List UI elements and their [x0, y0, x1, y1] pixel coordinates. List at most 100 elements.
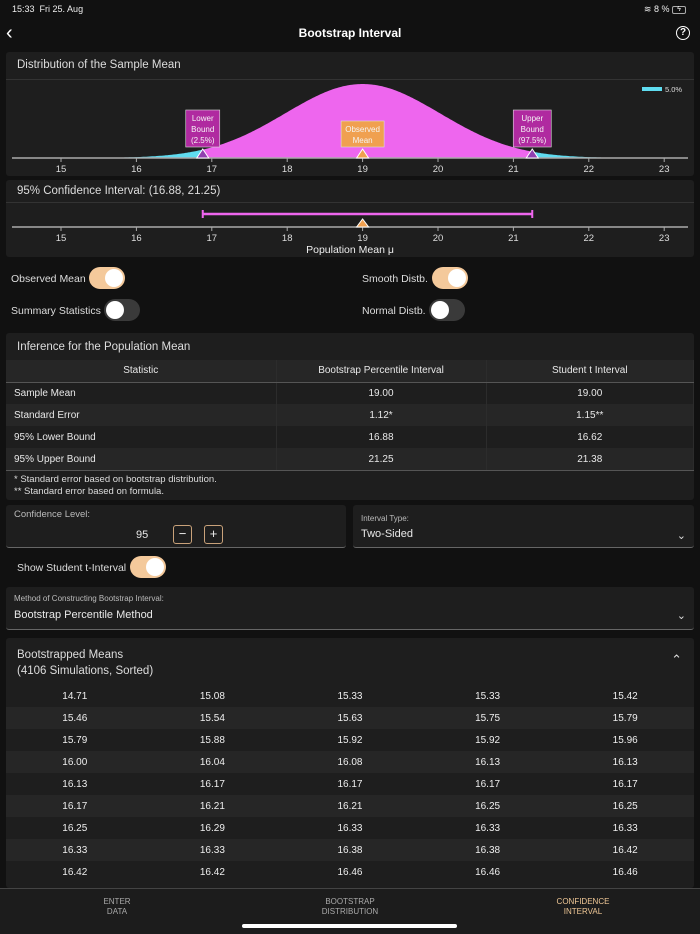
means-row: 16.13 16.17 16.17 16.17 16.17 [6, 773, 694, 795]
x-tick-label: 17 [207, 233, 218, 244]
mean-value: 15.92 [337, 734, 363, 746]
mean-value: 16.17 [337, 778, 363, 790]
summary-label: Summary Statistics [11, 305, 101, 317]
mean-value: 16.21 [143, 795, 282, 817]
mean-value: 15.33 [475, 690, 501, 702]
mean-value: 16.13 [418, 751, 557, 773]
table-cell: 1.15** [486, 404, 694, 426]
x-tick-label: 17 [207, 164, 218, 175]
summary-toggle[interactable] [104, 299, 140, 321]
chevron-up-icon[interactable]: ⌃ [671, 652, 682, 668]
mean-value: 16.08 [281, 751, 419, 773]
x-axis-title: Population Mean μ [306, 244, 394, 256]
mean-value: 16.17 [475, 778, 501, 790]
x-tick-label: 21 [508, 233, 519, 244]
upper-bound-label: Upper [521, 114, 543, 123]
mean-value: 16.25 [556, 795, 694, 817]
normal-toggle[interactable] [429, 299, 465, 321]
mean-value: 16.29 [199, 822, 225, 834]
mean-value: 15.96 [612, 734, 638, 746]
table-row: 95% Upper Bound 21.25 21.38 [6, 448, 694, 470]
inference-table: Statistic Bootstrap Percentile Interval St… [6, 360, 694, 470]
status-battery: ≋ 8 % ϟ [644, 4, 686, 15]
table-cell: Sample Mean [6, 382, 277, 404]
confidence-value: 95 [136, 529, 149, 541]
table-row: 95% Lower Bound 16.88 16.62 [6, 426, 694, 448]
wifi-icon: ≋ [643, 4, 652, 14]
mean-value: 15.88 [199, 734, 225, 746]
mean-value: 16.42 [556, 839, 694, 861]
means-table: 14.71 15.08 15.33 15.33 15.42 15.46 15.54 15.63… [6, 685, 694, 883]
decrement-button[interactable]: − [173, 525, 192, 544]
mean-value: 15.79 [556, 707, 694, 729]
table-cell: 95% Upper Bound [6, 448, 277, 470]
x-tick-label: 15 [56, 164, 67, 175]
increment-button[interactable]: + [204, 525, 223, 544]
tab-confidence-interval[interactable]: CONFIDENCE INTERVAL [513, 897, 653, 917]
observed-mean-label: Observed [345, 125, 380, 134]
means-row: 16.42 16.42 16.46 16.46 16.46 [6, 861, 694, 883]
home-indicator [242, 924, 457, 928]
lower-bound-label: (2.5%) [191, 136, 215, 145]
observed-mean-toggle[interactable] [89, 267, 125, 289]
smooth-label: Smooth Distb. [362, 273, 428, 285]
confidence-level-field: Confidence Level: 95 − + [6, 505, 346, 548]
inference-panel: Inference for the Population Mean Statis… [6, 333, 694, 500]
mean-value: 16.46 [475, 866, 501, 878]
mean-value: 15.63 [281, 707, 419, 729]
x-tick-label: 22 [584, 233, 595, 244]
x-tick-label: 15 [56, 233, 67, 244]
table-cell: 19.00 [276, 382, 487, 404]
mean-value: 15.92 [475, 734, 501, 746]
legend-swatch [642, 87, 662, 91]
x-tick-label: 16 [131, 164, 142, 175]
upper-tail-area [532, 151, 687, 158]
table-cell: 19.00 [486, 382, 694, 404]
x-tick-label: 23 [659, 233, 670, 244]
table-cell: 21.25 [276, 448, 487, 470]
ci-chart: 15 16 17 18 19 20 21 22 23 Population Mean μ [12, 210, 688, 256]
x-tick-label: 23 [659, 164, 670, 175]
table-cell: 1.12* [276, 404, 487, 426]
x-tick-label: 19 [357, 164, 368, 175]
x-tick-label: 20 [433, 233, 444, 244]
inference-title: Inference for the Population Mean [17, 341, 191, 353]
means-row: 16.17 16.21 16.21 16.25 16.25 [6, 795, 694, 817]
tab-bootstrap-distribution[interactable]: BOOTSTRAP DISTRIBUTION [280, 897, 420, 917]
legend-label: 5.0% [665, 85, 682, 94]
mean-value: 16.38 [281, 839, 419, 861]
mean-value: 16.17 [199, 778, 225, 790]
mean-value: 16.33 [475, 822, 501, 834]
x-tick-label: 22 [584, 164, 595, 175]
mean-value: 16.46 [337, 866, 363, 878]
help-icon[interactable]: ? [676, 26, 690, 40]
mean-value: 15.46 [6, 707, 144, 729]
table-cell: 16.88 [276, 426, 487, 448]
chevron-down-icon: ⌄ [676, 610, 686, 622]
mean-value: 15.79 [62, 734, 88, 746]
lower-tail-area [11, 149, 203, 158]
x-tick-label: 18 [282, 164, 293, 175]
footnotes: * Standard error based on bootstrap dist… [14, 474, 217, 497]
lower-bound-label: Lower [192, 114, 214, 123]
observed-mean-label: Observed Mean [11, 273, 86, 285]
observed-mean-label: Mean [353, 136, 373, 145]
method-select[interactable]: Method of Constructing Bootstrap Interva… [6, 587, 694, 630]
smooth-toggle[interactable] [432, 267, 468, 289]
x-tick-label: 19 [357, 233, 368, 244]
mean-value: 16.46 [612, 866, 638, 878]
mean-value: 16.13 [556, 751, 694, 773]
mean-value: 16.13 [62, 778, 88, 790]
distribution-title: Distribution of the Sample Mean [17, 59, 181, 71]
normal-label: Normal Distb. [362, 305, 426, 317]
tab-enter-data[interactable]: ENTER DATA [47, 897, 187, 917]
battery-icon: ϟ [672, 5, 686, 14]
show-t-toggle[interactable] [130, 556, 166, 578]
ci-title: 95% Confidence Interval: (16.88, 21.25) [17, 185, 221, 197]
mean-value: 16.00 [6, 751, 144, 773]
mean-value: 16.17 [6, 795, 144, 817]
interval-type-select[interactable]: Interval Type: Two-Sided ⌄ [353, 505, 694, 548]
mean-value: 16.38 [418, 839, 557, 861]
means-row: 16.25 16.29 16.33 16.33 16.33 [6, 817, 694, 839]
means-row: 15.46 15.54 15.63 15.75 15.79 [6, 707, 694, 729]
